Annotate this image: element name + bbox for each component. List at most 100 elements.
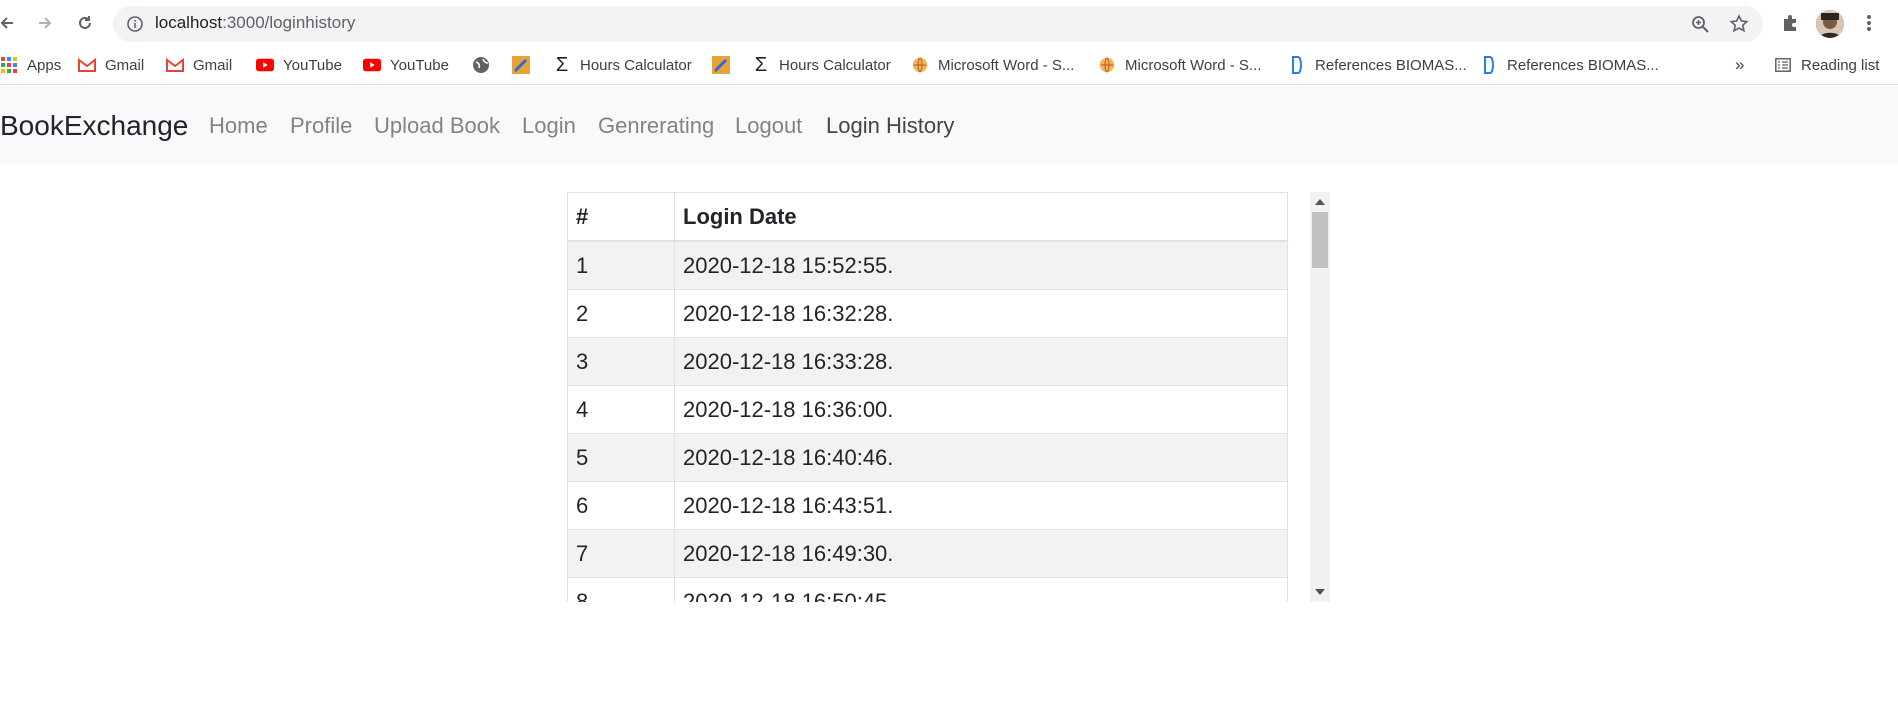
table-scrollbar[interactable] [1310, 192, 1330, 602]
pencil-note-icon [712, 56, 730, 74]
bookmark-youtube-2[interactable]: YouTube [363, 55, 449, 75]
bookmark-apps[interactable]: Apps [0, 55, 61, 75]
column-header-login-date: Login Date [674, 192, 1288, 242]
table-row: 5 2020-12-18 16:40:46. [567, 433, 1288, 482]
gmail-icon [166, 56, 184, 74]
bookmark-hours-calculator-2[interactable]: Σ Hours Calculator [752, 53, 891, 76]
more-vert-icon[interactable] [1858, 12, 1880, 34]
bookmark-label: References BIOMAS... [1507, 56, 1659, 74]
word-ball-icon [1098, 56, 1116, 74]
column-header-index: # [567, 192, 675, 242]
login-history-table-container: # Login Date 1 2020-12-18 15:52:55. 2 20… [567, 192, 1288, 602]
bookmark-label: References BIOMAS... [1315, 56, 1467, 74]
bookmark-globe[interactable] [472, 55, 499, 75]
back-icon[interactable] [0, 12, 18, 34]
bookmark-references-2[interactable]: References BIOMAS... [1480, 55, 1659, 75]
table-header-row: # Login Date [567, 192, 1288, 242]
url-host: localhost [155, 13, 223, 32]
table-row: 3 2020-12-18 16:33:28. [567, 337, 1288, 386]
scroll-down-arrow-icon[interactable] [1315, 589, 1325, 595]
brand-logo[interactable]: BookExchange [0, 110, 188, 142]
url-text: localhost:3000/loginhistory [155, 13, 355, 33]
app-navbar: BookExchange Home Profile Upload Book Lo… [0, 86, 1898, 164]
bookmark-gmail-1[interactable]: Gmail [78, 55, 144, 75]
bookmark-label: Microsoft Word - S... [938, 56, 1075, 74]
table-row: 6 2020-12-18 16:43:51. [567, 481, 1288, 530]
more-bookmarks-button[interactable]: » [1735, 55, 1744, 75]
word-ball-icon [911, 56, 929, 74]
url-path: :3000/loginhistory [222, 13, 356, 32]
doc-blue-icon [1288, 56, 1306, 74]
login-date-cell: 2020-12-18 16:49:30. [674, 529, 1288, 578]
login-date-cell: 2020-12-18 15:52:55. [674, 240, 1288, 290]
row-index: 1 [567, 240, 675, 290]
gmail-icon [78, 56, 96, 74]
nav-login[interactable]: Login [522, 113, 576, 139]
table-row: 7 2020-12-18 16:49:30. [567, 529, 1288, 578]
bookmark-hours-calculator-1[interactable]: Σ Hours Calculator [553, 53, 692, 76]
nav-home[interactable]: Home [209, 113, 268, 139]
bookmark-label: Apps [27, 56, 62, 74]
nav-profile[interactable]: Profile [290, 113, 352, 139]
scroll-thumb[interactable] [1312, 212, 1328, 268]
bookmark-gmail-2[interactable]: Gmail [166, 55, 232, 75]
bookmarks-bar: Apps Gmail Gmail YouTube YouTube Σ Hours … [0, 46, 1898, 85]
bookmark-references-1[interactable]: References BIOMAS... [1288, 55, 1467, 75]
apps-grid-icon [0, 56, 18, 74]
login-date-cell: 2020-12-18 16:36:00. [674, 385, 1288, 434]
login-date-cell: 2020-12-18 16:43:51. [674, 481, 1288, 530]
bookmark-label: Microsoft Word - S... [1125, 56, 1262, 74]
row-index: 5 [567, 433, 675, 482]
bookmark-label: Hours Calculator [779, 56, 891, 74]
address-bar[interactable] [113, 6, 1763, 42]
login-date-cell: 2020-12-18 16:33:28. [674, 337, 1288, 386]
youtube-icon [256, 56, 274, 74]
sigma-icon: Σ [754, 53, 768, 76]
bookmark-word-1[interactable]: Microsoft Word - S... [911, 55, 1074, 75]
table-row: 1 2020-12-18 15:52:55. [567, 240, 1288, 290]
reading-list-label: Reading list [1801, 56, 1880, 74]
bookmark-star-icon[interactable] [1729, 14, 1749, 39]
table-row: 2 2020-12-18 16:32:28. [567, 289, 1288, 338]
login-date-cell: 2020-12-18 16:32:28. [674, 289, 1288, 338]
scroll-up-arrow-icon[interactable] [1315, 199, 1325, 205]
pencil-note-icon [512, 56, 530, 74]
globe-icon [472, 56, 490, 74]
bookmark-label: Gmail [193, 56, 233, 74]
forward-icon[interactable] [34, 12, 56, 34]
youtube-icon [363, 56, 381, 74]
doc-blue-icon [1480, 56, 1498, 74]
bookmark-youtube-1[interactable]: YouTube [256, 55, 342, 75]
login-date-cell: 2020-12-18 16:40:46. [674, 433, 1288, 482]
sigma-icon: Σ [555, 53, 569, 76]
row-index: 2 [567, 289, 675, 338]
nav-upload-book[interactable]: Upload Book [374, 113, 500, 139]
nav-genrerating[interactable]: Genrerating [598, 113, 714, 139]
bookmark-word-2[interactable]: Microsoft Word - S... [1098, 55, 1261, 75]
bookmark-label: Hours Calculator [580, 56, 692, 74]
reload-icon[interactable] [74, 12, 96, 34]
row-index: 4 [567, 385, 675, 434]
row-index: 8 [567, 577, 675, 602]
reading-list-button[interactable]: Reading list [1774, 55, 1879, 75]
login-date-cell: 2020-12-18 16:50:45. [674, 577, 1288, 602]
table-row: 4 2020-12-18 16:36:00. [567, 385, 1288, 434]
table-row: 8 2020-12-18 16:50:45. [567, 577, 1288, 602]
reading-list-icon [1774, 56, 1792, 74]
site-info-icon[interactable] [126, 15, 144, 38]
row-index: 3 [567, 337, 675, 386]
bookmark-note-1[interactable] [512, 55, 539, 75]
row-index: 6 [567, 481, 675, 530]
bookmark-label: YouTube [283, 56, 342, 74]
login-history-table: # Login Date 1 2020-12-18 15:52:55. 2 20… [567, 192, 1288, 602]
bookmark-note-2[interactable] [712, 55, 739, 75]
extensions-icon[interactable] [1779, 12, 1801, 34]
nav-login-history[interactable]: Login History [826, 113, 954, 139]
browser-toolbar: localhost:3000/loginhistory [0, 0, 1898, 46]
row-index: 7 [567, 529, 675, 578]
nav-logout[interactable]: Logout [735, 113, 802, 139]
profile-avatar[interactable] [1816, 10, 1844, 38]
zoom-icon[interactable] [1691, 15, 1709, 38]
bookmark-label: Gmail [105, 56, 145, 74]
bookmark-label: YouTube [390, 56, 449, 74]
